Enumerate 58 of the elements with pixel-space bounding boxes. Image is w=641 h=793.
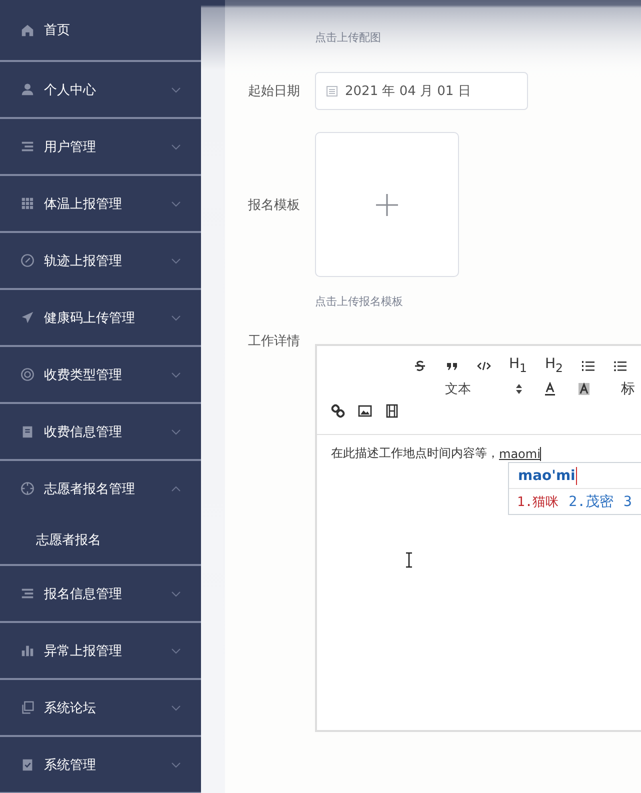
block-format-select[interactable]: 文本 <box>445 380 523 398</box>
bars-icon <box>20 643 35 658</box>
ime-candidate[interactable]: 1.猫咪 <box>517 492 559 510</box>
upload-hint: 点击上传报名模板 <box>315 294 404 309</box>
menu-item[interactable]: 个人中心 <box>0 62 201 117</box>
menu-item[interactable]: 报名信息管理 <box>0 566 201 621</box>
image-icon[interactable] <box>358 404 372 418</box>
heading-tool[interactable]: H$_{1}$ <box>509 356 527 375</box>
composing-text: maomi <box>499 446 540 460</box>
calendar-icon <box>326 85 338 97</box>
grid-icon <box>20 196 35 211</box>
compass-icon <box>20 253 35 268</box>
check-icon <box>20 757 35 772</box>
ime-candidate[interactable]: 3 <box>624 494 632 510</box>
upload-hint: 点击上传配图 <box>315 30 382 45</box>
home-icon <box>20 22 35 38</box>
heading-tool[interactable]: H$_{2}$ <box>544 356 563 375</box>
menu-item[interactable]: 异常上报管理 <box>0 623 201 678</box>
menu-item[interactable]: 轨迹上报管理 <box>0 233 201 288</box>
user-icon <box>20 82 35 97</box>
menu-item[interactable]: 收费信息管理 <box>0 404 201 459</box>
menu-item[interactable]: 体温上报管理 <box>0 176 201 231</box>
strikethrough-icon[interactable] <box>413 358 427 372</box>
field-label: 报名模板 <box>247 196 301 214</box>
menu-item[interactable]: 用户管理 <box>0 119 201 174</box>
ime-candidate[interactable]: 2.茂密 <box>568 492 614 510</box>
sort-arrows-icon <box>515 382 523 394</box>
menu-item[interactable]: 志愿者报名管理 <box>0 461 201 516</box>
editor-text: 在此描述工作地点时间内容等， <box>331 445 499 462</box>
clipboard-icon <box>20 424 35 439</box>
menu-item[interactable]: 收费类型管理 <box>0 347 201 402</box>
menu-item[interactable]: 系统管理 <box>0 737 201 792</box>
menu-item[interactable]: 健康码上传管理 <box>0 290 201 345</box>
target-icon <box>20 481 35 496</box>
lines-icon <box>20 139 35 154</box>
plane-icon <box>20 310 35 325</box>
text-cursor-icon <box>405 552 413 568</box>
plus-icon <box>375 192 399 216</box>
lines-icon <box>20 586 35 601</box>
submenu-item[interactable]: 志愿者报名 <box>0 516 201 564</box>
text-caret <box>540 446 542 460</box>
rich-text-editor[interactable]: H$_{1}$ H$_{2}$ 文本 标 在此描述工作地点时间内容等，maomi mao'mi 1.猫咪 2.茂密 3 <box>315 344 641 732</box>
field-label: 起始日期 <box>247 83 301 100</box>
font-size-select[interactable]: 标 <box>621 380 635 398</box>
highlight-icon[interactable] <box>577 382 591 396</box>
copy-icon <box>20 700 35 715</box>
field-label: 工作详情 <box>247 333 301 350</box>
link-icon[interactable] <box>331 404 345 418</box>
menu-item[interactable]: 首页 <box>0 0 201 60</box>
bullet-list-icon[interactable] <box>612 358 627 372</box>
film-icon[interactable] <box>385 404 399 418</box>
pinyin-text: mao'mi <box>518 468 576 484</box>
text-caret <box>576 466 578 484</box>
ring-icon <box>20 367 35 382</box>
numbered-list-icon[interactable] <box>580 358 595 372</box>
menu-item[interactable]: 系统论坛 <box>0 680 201 735</box>
date-field[interactable]: 2021 年 04 月 01 日 <box>315 72 528 110</box>
font-color-icon[interactable] <box>543 382 557 396</box>
